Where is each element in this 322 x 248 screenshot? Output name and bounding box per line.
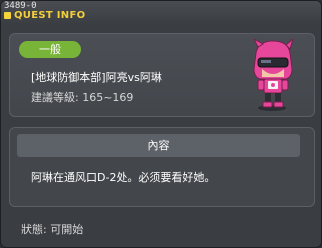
quest-description: 阿琳在通风口D-2处。必须要看好她。	[31, 171, 216, 184]
quest-info-window: 3489-0 QUEST INFO 一般 [地球防御本部]阿亮vs阿琳 建議等級…	[0, 0, 322, 248]
title-square-icon	[4, 12, 11, 19]
quest-level-requirement: 建議等級: 165~169	[31, 91, 134, 104]
window-titlebar[interactable]: 3489-0 QUEST INFO	[1, 1, 321, 23]
pink-helmet-character-icon	[248, 37, 298, 111]
quest-category-badge: 一般	[19, 41, 81, 58]
window-title: QUEST INFO	[14, 10, 86, 21]
content-header: 內容	[17, 134, 300, 157]
quest-status: 狀態: 可開始	[21, 223, 84, 236]
quest-title: [地球防御本部]阿亮vs阿琳	[31, 71, 162, 84]
